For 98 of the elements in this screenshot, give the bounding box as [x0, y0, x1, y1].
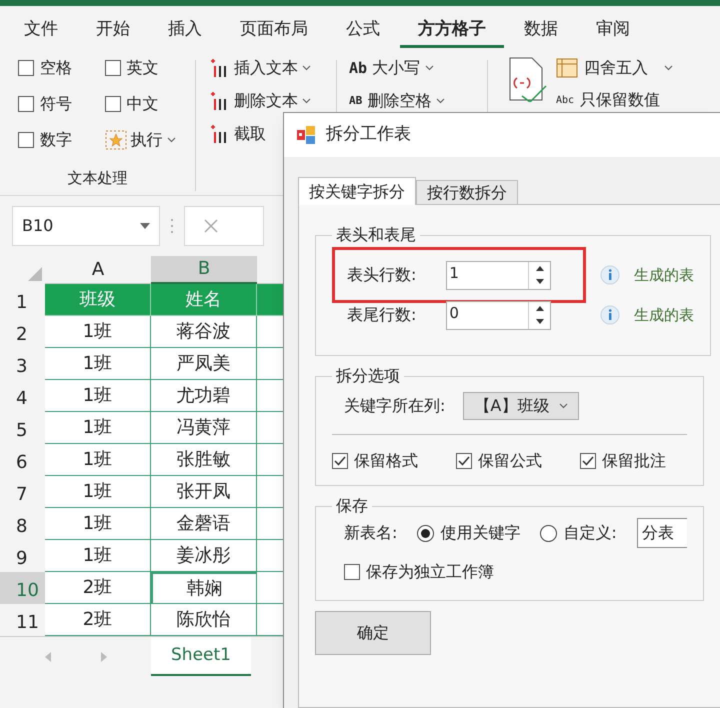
checkbox[interactable] — [18, 96, 34, 112]
table-cell[interactable]: 1班 — [45, 348, 151, 380]
caret-icon — [559, 403, 568, 409]
ribbon-button[interactable]: 删除文本 — [210, 89, 322, 113]
ribbon-button[interactable]: 四舍五入 — [556, 56, 673, 80]
table-cell[interactable]: 1班 — [45, 540, 151, 572]
column-dropdown[interactable]: 【A】班级 — [463, 392, 580, 420]
drag-handle-icon — [170, 218, 174, 234]
ribbon-button[interactable]: Ab 大小写 — [349, 56, 475, 80]
field-label: 表尾行数: — [347, 304, 416, 326]
table-cell[interactable]: 韩娴 — [151, 572, 257, 604]
text-bars-icon — [210, 91, 228, 111]
caret-icon — [302, 65, 311, 71]
dropdown-icon — [140, 223, 150, 229]
checkbox-label: 中文 — [126, 93, 158, 115]
group-label: 文本处理 — [66, 168, 128, 188]
menu-tab[interactable]: 页面布局 — [222, 12, 326, 48]
table-cell[interactable]: 金磬语 — [151, 508, 257, 540]
checkbox[interactable] — [18, 132, 34, 148]
column-header[interactable]: B — [151, 256, 257, 284]
execute-button[interactable]: 执行 — [104, 128, 177, 152]
document-check-icon — [508, 56, 548, 102]
spin-field[interactable]: 0 — [446, 300, 552, 330]
custom-name-field[interactable]: 分表 — [636, 518, 687, 548]
info-text: 生成的表 — [634, 264, 694, 286]
table-cell[interactable]: 1班 — [45, 412, 151, 444]
info-icon — [600, 265, 620, 285]
table-cell[interactable]: 蒋谷波 — [151, 316, 257, 348]
checkbox-label: 空格 — [40, 57, 72, 79]
radio-button[interactable] — [417, 524, 434, 542]
dialog-tab[interactable]: 按关键字拆分 — [298, 177, 416, 205]
table-cell[interactable]: 1班 — [45, 316, 151, 348]
dialog-title: 拆分工作表 — [326, 123, 411, 146]
info-text: 生成的表 — [634, 304, 694, 326]
text-bars-icon — [210, 124, 228, 144]
ribbon-button[interactable]: 插入文本 — [210, 56, 322, 80]
checkbox-label: 英文 — [126, 57, 158, 79]
ok-button[interactable]: 确定 — [315, 611, 431, 655]
radio-button[interactable] — [540, 524, 558, 542]
table-cell[interactable]: 1班 — [45, 444, 151, 476]
field-label: 新表名: — [344, 522, 398, 544]
triangle-icon — [28, 267, 42, 281]
dialog-tab[interactable]: 按行数拆分 — [416, 180, 518, 205]
checkbox-label: 保留批注 — [602, 450, 666, 472]
checkbox-label: 保留格式 — [354, 450, 418, 472]
caret-icon — [302, 98, 311, 104]
row-header[interactable]: 10 — [0, 572, 45, 604]
checkbox[interactable] — [332, 453, 348, 469]
group-title: 表头和表尾 — [335, 224, 417, 246]
checkbox-label: 符号 — [40, 93, 72, 115]
name-box[interactable]: B10 — [12, 206, 160, 246]
info-icon — [600, 305, 620, 325]
checkbox[interactable] — [104, 60, 120, 76]
menu-tab[interactable]: 数据 — [506, 12, 576, 48]
sheet-tab[interactable]: Sheet1 — [151, 637, 251, 676]
field-label: 关键字所在列: — [344, 395, 446, 417]
checkbox[interactable] — [344, 564, 360, 580]
table-cell[interactable]: 张开凤 — [151, 476, 257, 508]
app-icon — [296, 125, 316, 145]
table-cell[interactable]: 尤功碧 — [151, 380, 257, 412]
ribbon-button[interactable]: 截取 — [210, 122, 322, 146]
radio-label: 使用关键字 — [440, 522, 520, 544]
ribbon-button[interactable]: AB 删除空格 — [349, 89, 475, 113]
caret-icon — [664, 65, 673, 71]
menu-tab[interactable]: 开始 — [78, 12, 148, 48]
checkbox-label: 数字 — [40, 129, 72, 151]
grid-icon — [556, 58, 578, 78]
menu-tab[interactable]: 公式 — [328, 12, 398, 48]
ribbon-button[interactable]: Abc 只保留数值 — [556, 88, 673, 112]
spin-field[interactable]: 1 — [446, 260, 552, 290]
menu-tab[interactable]: 审阅 — [578, 12, 648, 48]
table-cell[interactable]: 张胜敏 — [151, 444, 257, 476]
text-bars-icon — [210, 58, 228, 78]
caret-icon — [166, 137, 176, 143]
table-cell[interactable]: 陈欣怡 — [151, 604, 257, 636]
radio-label: 自定义: — [563, 522, 617, 544]
checkbox[interactable] — [18, 60, 34, 76]
checkbox[interactable] — [580, 453, 596, 469]
group-title: 保存 — [335, 495, 369, 517]
caret-icon — [436, 98, 446, 104]
table-cell[interactable]: 1班 — [45, 476, 151, 508]
checkbox-label: 保存为独立工作簿 — [366, 561, 494, 583]
menu-tab[interactable]: 文件 — [6, 12, 76, 48]
table-cell[interactable]: 1班 — [45, 508, 151, 540]
menu-tab[interactable]: 插入 — [150, 12, 220, 48]
table-cell[interactable]: 姜冰彤 — [151, 540, 257, 572]
checkbox-label: 保留公式 — [478, 450, 542, 472]
table-cell[interactable]: 1班 — [45, 380, 151, 412]
menu-tab[interactable]: 方方格子 — [400, 12, 504, 48]
checkbox[interactable] — [104, 96, 120, 112]
table-cell[interactable]: 2班 — [45, 572, 151, 604]
table-cell[interactable]: 严凤美 — [151, 348, 257, 380]
group-title: 拆分选项 — [335, 365, 401, 387]
table-cell[interactable]: 冯黄萍 — [151, 412, 257, 444]
field-label: 表头行数: — [347, 264, 416, 286]
table-cell[interactable]: 2班 — [45, 604, 151, 636]
checkbox[interactable] — [456, 453, 472, 469]
caret-icon — [425, 65, 434, 71]
